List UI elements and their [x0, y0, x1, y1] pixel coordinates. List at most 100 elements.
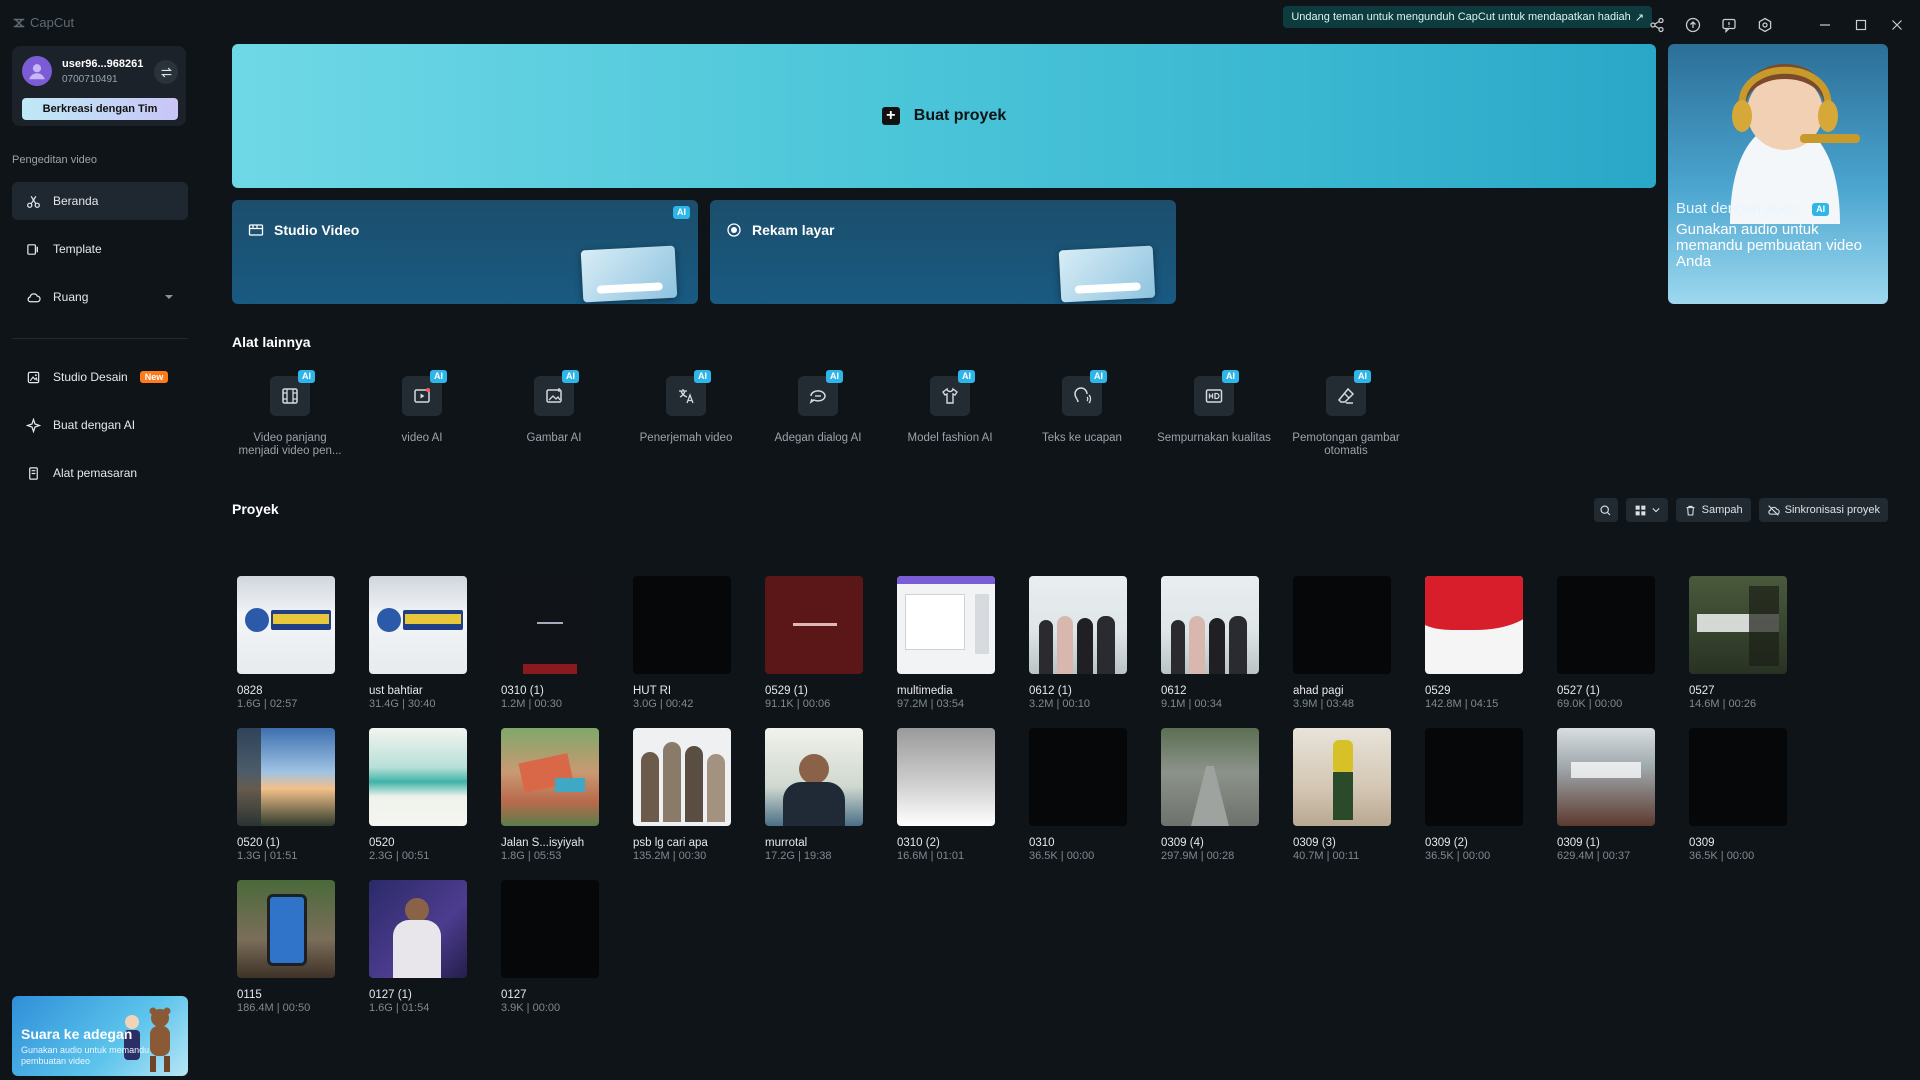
project-card[interactable]: 0520 2.3G | 00:51 [369, 728, 469, 862]
project-thumbnail[interactable] [369, 728, 467, 826]
project-thumbnail[interactable] [237, 576, 335, 674]
ai-badge: AI [958, 370, 975, 383]
project-card[interactable]: 0127 3.9K | 00:00 [501, 880, 601, 1014]
project-meta: 297.9M | 00:28 [1161, 850, 1235, 862]
project-thumbnail[interactable] [501, 576, 599, 674]
tool-hd[interactable]: AI Sempurnakan kualitas [1156, 370, 1272, 466]
project-thumbnail[interactable] [501, 728, 599, 826]
tool-eraser[interactable]: AI Pemotongan gambar otomatis [1288, 370, 1404, 466]
tool-video-ai[interactable]: AI video AI [364, 370, 480, 466]
project-card[interactable]: 0310 36.5K | 00:00 [1029, 728, 1129, 862]
project-name: multimedia [897, 685, 953, 697]
project-card[interactable]: 0309 36.5K | 00:00 [1689, 728, 1789, 862]
project-name: psb lg cari apa [633, 837, 708, 849]
share-icon[interactable] [1646, 14, 1668, 36]
project-thumbnail[interactable] [897, 576, 995, 674]
project-thumbnail[interactable] [1425, 728, 1523, 826]
project-thumbnail[interactable] [1293, 576, 1391, 674]
project-card[interactable]: 0527 (1) 69.0K | 00:00 [1557, 576, 1657, 710]
project-card[interactable]: murrotal 17.2G | 19:38 [765, 728, 865, 862]
tool-speech[interactable]: AI Teks ke ucapan [1024, 370, 1140, 466]
team-create-button[interactable]: Berkreasi dengan Tim [22, 98, 178, 120]
project-card[interactable]: Jalan S...isyiyah 1.8G | 05:53 [501, 728, 601, 862]
sidebar-item-buat-dengan-ai[interactable]: Buat dengan AI [12, 406, 188, 444]
tool-image-ai[interactable]: AI Gambar AI [496, 370, 612, 466]
project-thumbnail[interactable] [1425, 576, 1523, 674]
close-icon[interactable] [1886, 14, 1908, 36]
project-thumbnail[interactable] [1029, 728, 1127, 826]
project-thumbnail[interactable] [1293, 728, 1391, 826]
project-card[interactable]: psb lg cari apa 135.2M | 00:30 [633, 728, 733, 862]
project-card[interactable]: multimedia 97.2M | 03:54 [897, 576, 997, 710]
project-thumbnail[interactable] [765, 728, 863, 826]
project-card[interactable]: 0612 9.1M | 00:34 [1161, 576, 1261, 710]
search-button[interactable] [1593, 498, 1618, 522]
project-thumbnail[interactable] [1557, 728, 1655, 826]
project-thumbnail[interactable] [1161, 576, 1259, 674]
project-thumbnail[interactable] [237, 728, 335, 826]
switch-account-button[interactable] [154, 60, 178, 84]
maximize-icon[interactable] [1850, 14, 1872, 36]
plus-icon: + [881, 107, 900, 125]
project-name: 0310 (1) [501, 685, 544, 697]
project-thumbnail[interactable] [1029, 576, 1127, 674]
project-name: 0309 (3) [1293, 837, 1336, 849]
project-card[interactable]: 0309 (4) 297.9M | 00:28 [1161, 728, 1261, 862]
feedback-icon[interactable] [1718, 14, 1740, 36]
sidebar-item-alat-pemasaran[interactable]: Alat pemasaran [12, 454, 188, 492]
settings-icon[interactable] [1754, 14, 1776, 36]
tool-film[interactable]: AI Video panjang menjadi video pen... [232, 370, 348, 466]
tool-dialog[interactable]: AI Adegan dialog AI [760, 370, 876, 466]
project-card[interactable]: 0612 (1) 3.2M | 00:10 [1029, 576, 1129, 710]
view-toggle-button[interactable] [1625, 498, 1668, 522]
studio-video-card[interactable]: AI Studio Video [232, 200, 698, 304]
project-card[interactable]: 0828 1.6G | 02:57 [237, 576, 337, 710]
sidebar-item-label: Studio Desain [53, 370, 128, 384]
project-card[interactable]: 0309 (3) 40.7M | 00:11 [1293, 728, 1393, 862]
project-card[interactable]: 0310 (1) 1.2M | 00:30 [501, 576, 601, 710]
project-card[interactable]: ust bahtiar 31.4G | 30:40 [369, 576, 469, 710]
project-thumbnail[interactable] [1689, 728, 1787, 826]
project-card[interactable]: 0309 (1) 629.4M | 00:37 [1557, 728, 1657, 862]
project-thumbnail[interactable] [897, 728, 995, 826]
upload-icon[interactable] [1682, 14, 1704, 36]
sidebar-item-studio-desain[interactable]: Studio Desain New [12, 358, 188, 396]
create-project-button[interactable]: + Buat proyek [232, 44, 1656, 188]
project-thumbnail[interactable] [237, 880, 335, 978]
sidebar-item-beranda[interactable]: Beranda [12, 182, 188, 220]
tool-translate[interactable]: AI Penerjemah video [628, 370, 744, 466]
project-thumbnail[interactable] [369, 576, 467, 674]
project-card[interactable]: 0310 (2) 16.6M | 01:01 [897, 728, 997, 862]
project-card[interactable]: ahad pagi 3.9M | 03:48 [1293, 576, 1393, 710]
promo-banner[interactable]: Suara ke adegan Gunakan audio untuk mema… [12, 996, 188, 1076]
project-card[interactable]: 0529 142.8M | 04:15 [1425, 576, 1525, 710]
screen-record-card[interactable]: Rekam layar [710, 200, 1176, 304]
project-thumbnail[interactable] [501, 880, 599, 978]
project-thumbnail[interactable] [1689, 576, 1787, 674]
minimize-icon[interactable] [1814, 14, 1836, 36]
project-card[interactable]: 0309 (2) 36.5K | 00:00 [1425, 728, 1525, 862]
invite-banner[interactable]: Undang teman untuk mengunduh CapCut untu… [1283, 6, 1652, 28]
project-thumbnail[interactable] [1161, 728, 1259, 826]
create-with-audio-panel[interactable]: Buat dengan audio AI Gunakan audio untuk… [1668, 44, 1888, 304]
project-card[interactable]: 0520 (1) 1.3G | 01:51 [237, 728, 337, 862]
tool-shirt[interactable]: AI Model fashion AI [892, 370, 1008, 466]
create-project-label: Buat proyek [913, 107, 1007, 124]
project-thumbnail[interactable] [369, 880, 467, 978]
project-card[interactable]: 0529 (1) 91.1K | 00:06 [765, 576, 865, 710]
project-card[interactable]: 0115 186.4M | 00:50 [237, 880, 337, 1014]
sync-projects-button[interactable]: Sinkronisasi proyek [1758, 498, 1888, 522]
project-thumbnail[interactable] [765, 576, 863, 674]
trash-button[interactable]: Sampah [1675, 498, 1751, 522]
project-thumbnail[interactable] [1557, 576, 1655, 674]
project-thumbnail[interactable] [633, 728, 731, 826]
project-card[interactable]: HUT RI 3.0G | 00:42 [633, 576, 733, 710]
avatar[interactable] [22, 56, 52, 86]
sidebar-item-template[interactable]: Template [12, 230, 188, 268]
project-card[interactable]: 0527 14.6M | 00:26 [1689, 576, 1789, 710]
chevron-down-icon[interactable] [164, 292, 174, 302]
project-thumbnail[interactable] [633, 576, 731, 674]
project-name: 0529 [1425, 685, 1451, 697]
project-card[interactable]: 0127 (1) 1.6G | 01:54 [369, 880, 469, 1014]
sidebar-item-ruang[interactable]: Ruang [12, 278, 188, 316]
